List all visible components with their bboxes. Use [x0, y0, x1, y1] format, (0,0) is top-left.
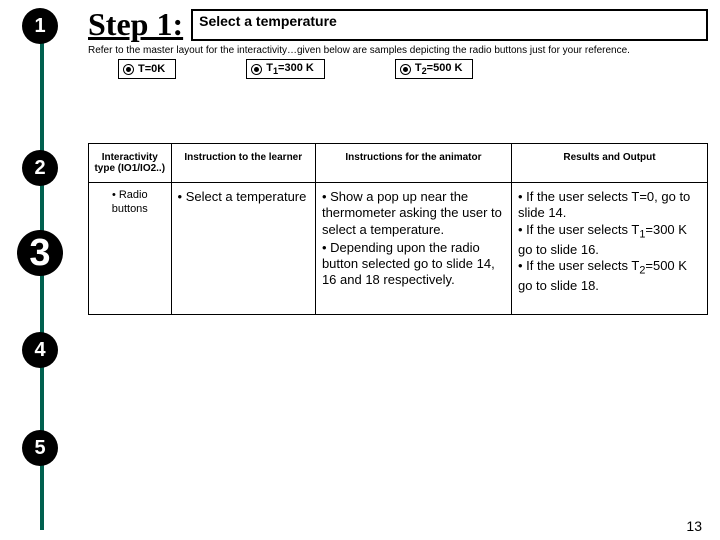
step-circle-2: 2	[22, 150, 58, 186]
td-animator: • Show a pop up near the thermometer ask…	[315, 183, 511, 315]
step-circle-5: 5	[22, 430, 58, 466]
radio-t0[interactable]: T=0K	[118, 59, 176, 79]
radio-label: T=0K	[138, 63, 165, 75]
step-circle-4: 4	[22, 332, 58, 368]
title-row: Step 1: Select a temperature	[88, 6, 708, 43]
table-row: • Radio buttons • Select a temperature •…	[89, 183, 708, 315]
step-rail: 1 2 3 4 5	[22, 0, 62, 540]
interactivity-table: Interactivity type (IO1/IO2..) Instructi…	[88, 143, 708, 315]
td-instruction: • Select a temperature	[171, 183, 315, 315]
th-iotype: Interactivity type (IO1/IO2..)	[89, 144, 172, 183]
th-instruction: Instruction to the learner	[171, 144, 315, 183]
td-iotype: • Radio buttons	[89, 183, 172, 315]
th-results: Results and Output	[511, 144, 707, 183]
radio-t2[interactable]: T2=500 K	[395, 59, 474, 79]
step-title: Step 1:	[88, 6, 183, 43]
step-circle-1: 1	[22, 8, 58, 44]
radio-label: T2=500 K	[415, 62, 463, 76]
page-number: 13	[686, 518, 702, 534]
step-circle-3: 3	[17, 230, 63, 276]
table-header-row: Interactivity type (IO1/IO2..) Instructi…	[89, 144, 708, 183]
th-animator: Instructions for the animator	[315, 144, 511, 183]
step-topic-box: Select a temperature	[191, 9, 708, 41]
content-area: Step 1: Select a temperature Refer to th…	[88, 6, 708, 315]
radio-icon	[400, 64, 411, 75]
radio-sample-row: T=0K T1=300 K T2=500 K	[88, 59, 708, 79]
radio-icon	[251, 64, 262, 75]
radio-icon	[123, 64, 134, 75]
radio-t1[interactable]: T1=300 K	[246, 59, 325, 79]
td-results: • If the user selects T=0, go to slide 1…	[511, 183, 707, 315]
radio-label: T1=300 K	[266, 62, 314, 76]
subtitle: Refer to the master layout for the inter…	[88, 45, 708, 56]
